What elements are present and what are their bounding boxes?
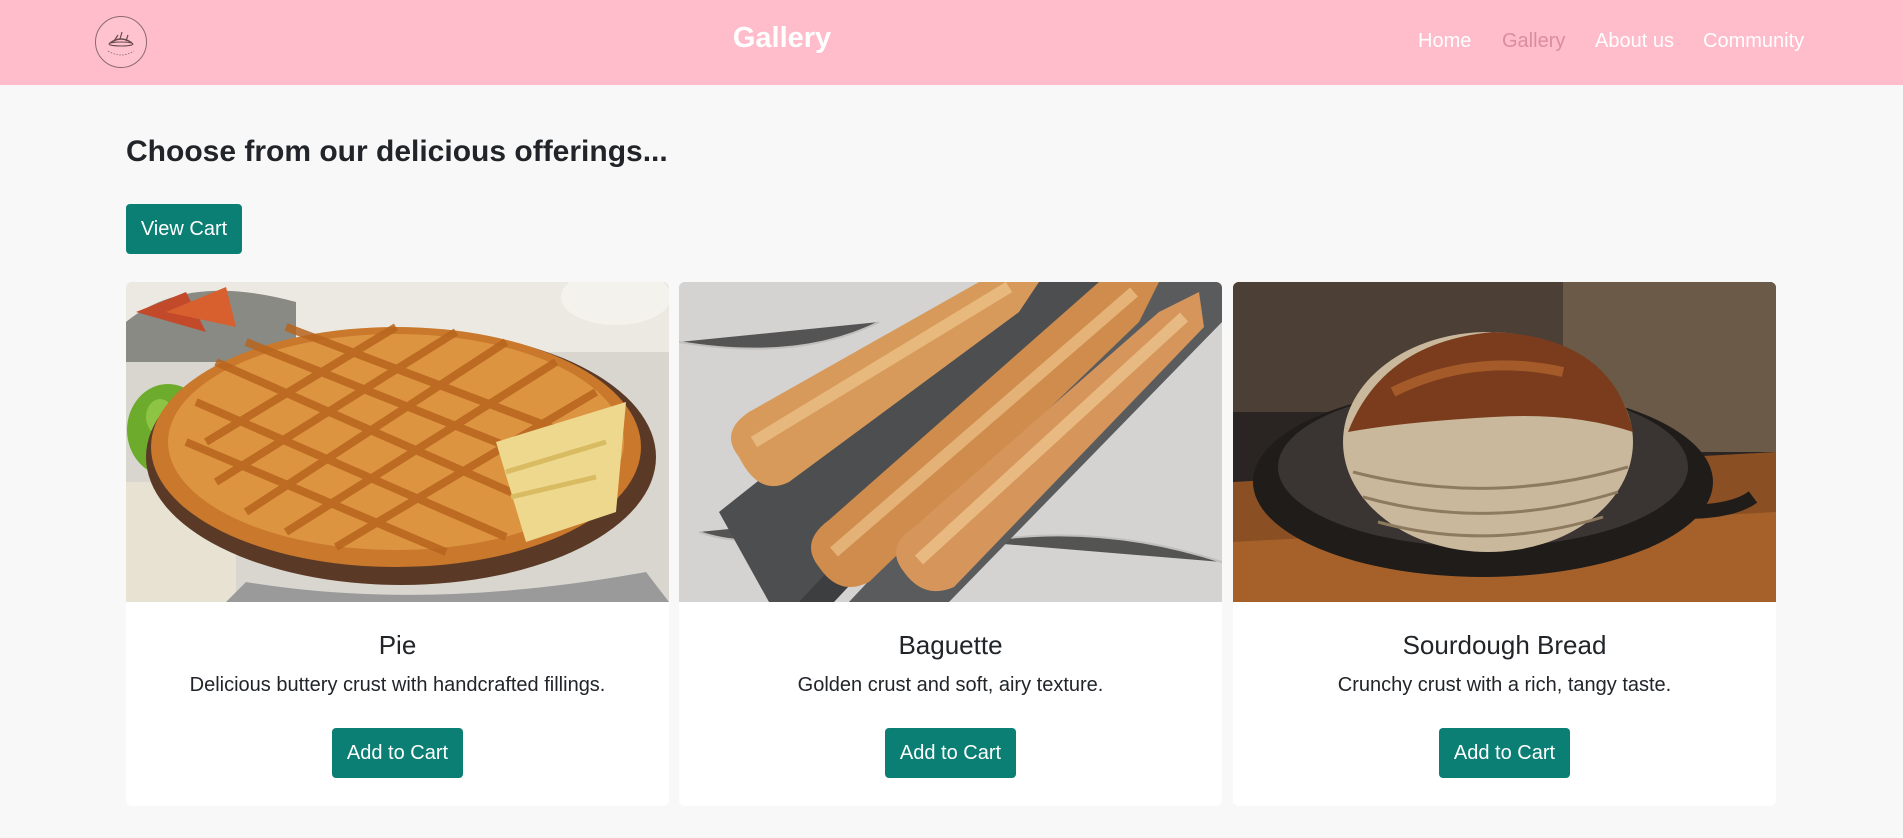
nav-link-gallery[interactable]: Gallery [1502,30,1565,53]
product-description: Golden crust and soft, airy texture. [797,674,1104,696]
page-title: Gallery [732,22,832,54]
add-to-cart-button-pie[interactable]: Add to Cart [332,728,463,778]
nav-link-about-us[interactable]: About us [1595,30,1674,53]
bakery-logo-icon[interactable] [95,16,147,68]
product-card-pie: Pie Delicious buttery crust with handcra… [126,282,669,806]
product-card-sourdough-bread: Sourdough Bread Crunchy crust with a ric… [1233,282,1776,806]
sourdough-bread-photo [1233,282,1776,602]
product-name: Sourdough Bread [1402,630,1607,660]
view-cart-button[interactable]: View Cart [126,204,242,254]
nav-link-home[interactable]: Home [1418,30,1471,53]
product-description: Delicious buttery crust with handcrafted… [189,674,606,696]
add-to-cart-button-baguette[interactable]: Add to Cart [885,728,1016,778]
product-description: Crunchy crust with a rich, tangy taste. [1337,674,1672,696]
product-name: Baguette [898,630,1003,660]
product-card-baguette: Baguette Golden crust and soft, airy tex… [679,282,1222,806]
nav-link-community[interactable]: Community [1703,30,1804,53]
offerings-heading: Choose from our delicious offerings... [126,135,668,168]
product-name: Pie [378,630,417,660]
add-to-cart-button-sourdough-bread[interactable]: Add to Cart [1439,728,1570,778]
apple-pie-photo [126,282,669,602]
baguettes-photo [679,282,1222,602]
top-navbar: Gallery Home Gallery About us Community [0,0,1903,85]
